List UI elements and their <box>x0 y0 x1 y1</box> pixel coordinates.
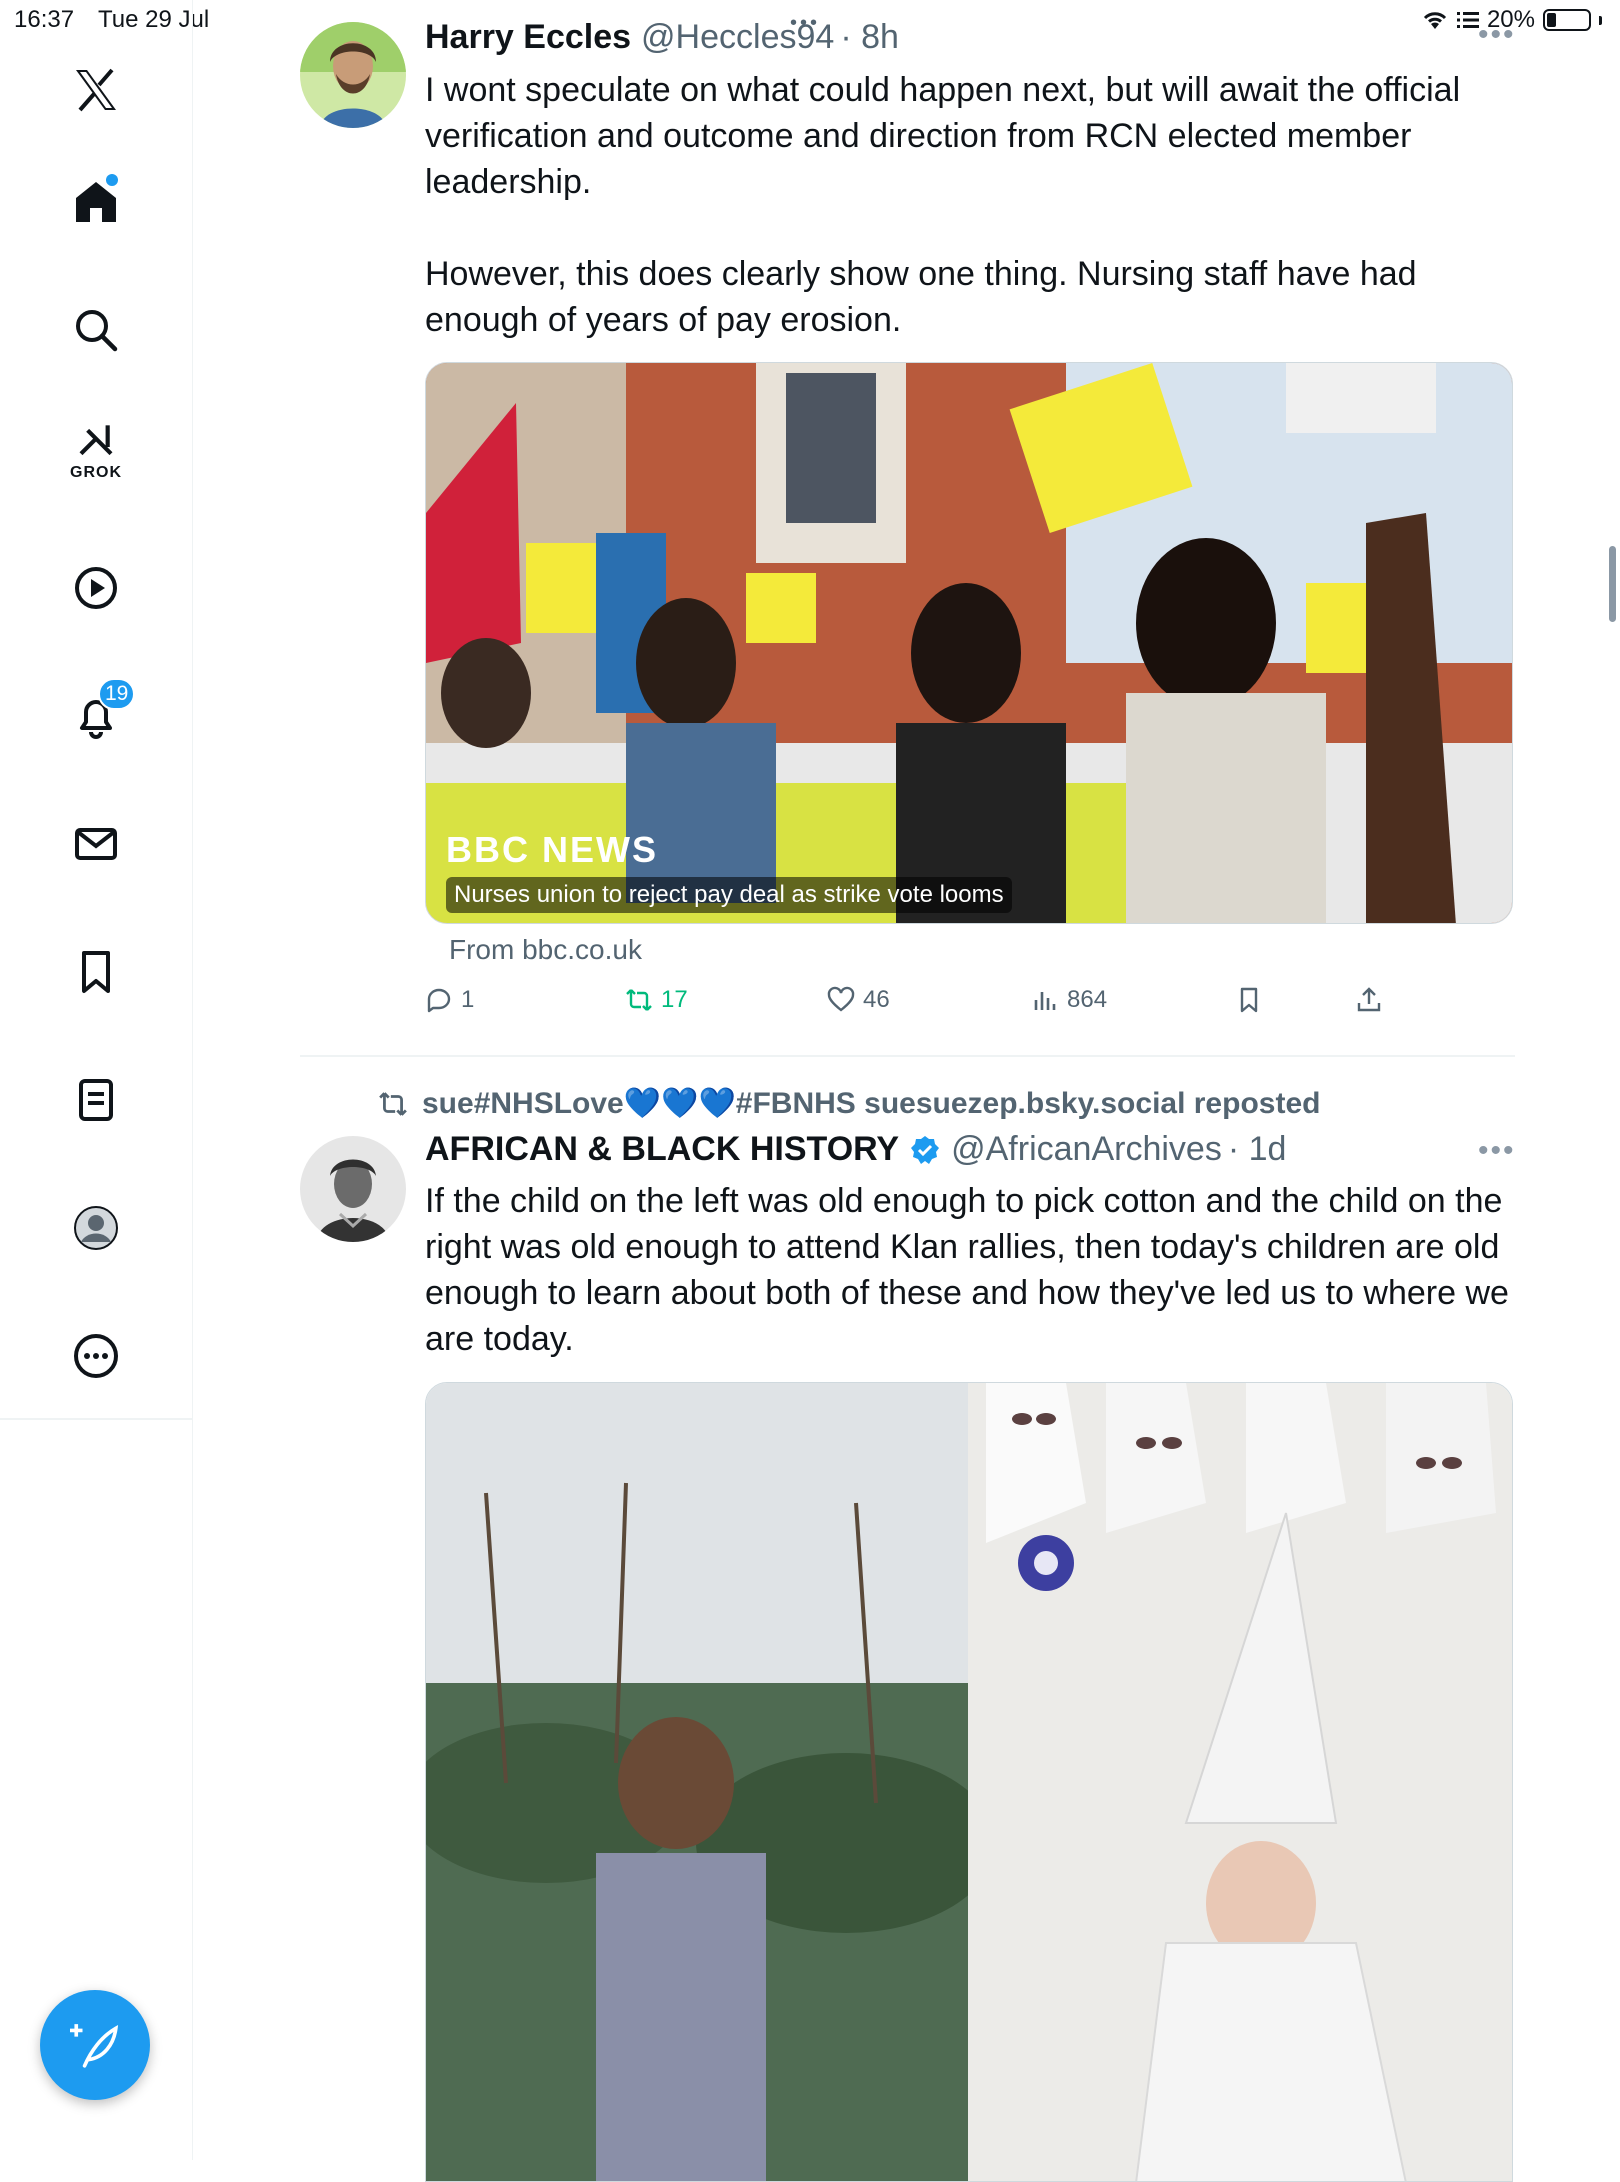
reply-button[interactable]: 1 <box>425 986 474 1014</box>
profile-avatar-icon <box>74 1206 118 1250</box>
lists-icon <box>79 1079 113 1121</box>
bbc-news-logo: BBC NEWS <box>446 829 658 870</box>
sidebar-item-lists[interactable] <box>56 1060 136 1140</box>
tweet1-body: I wont speculate on what could happen ne… <box>425 71 1461 339</box>
home-unread-dot <box>106 174 118 186</box>
sidebar-item-profile[interactable] <box>56 1188 136 1268</box>
heart-icon <box>827 986 855 1012</box>
tweet1-more-icon[interactable]: ••• <box>1478 18 1516 52</box>
x-logo[interactable] <box>56 50 136 130</box>
compose-feather-icon <box>70 2024 119 2068</box>
video-play-icon <box>75 567 117 609</box>
tweet2-author-name[interactable]: AFRICAN & BLACK HISTORY <box>425 1130 899 1169</box>
wifi-icon <box>1423 12 1447 29</box>
tweet1-author-name[interactable]: Harry Eccles <box>425 18 631 57</box>
tweet2-body: If the child on the left was old enough … <box>425 1182 1509 1358</box>
bookmark-icon <box>82 951 110 993</box>
feed-scrollbar[interactable] <box>1609 546 1616 622</box>
tweet2-handle[interactable]: @AfricanArchives <box>951 1130 1222 1169</box>
sidebar-item-more[interactable] <box>56 1316 136 1396</box>
sidebar-item-video[interactable] <box>56 548 136 628</box>
sidebar-item-home[interactable] <box>56 162 136 242</box>
battery-icon <box>1543 9 1591 31</box>
sidebar-item-bookmarks[interactable] <box>56 932 136 1012</box>
tweet1-avatar[interactable] <box>300 22 406 128</box>
reply-count: 1 <box>461 986 475 1013</box>
tweet1-handle[interactable]: @Heccles94 <box>641 18 834 57</box>
bookmark-button[interactable] <box>1235 986 1263 1014</box>
like-button[interactable]: 46 <box>827 986 890 1014</box>
sidebar-nav: GROK 19 <box>0 0 193 2160</box>
repost-small-icon <box>379 1091 407 1116</box>
repost-by-text: sue#NHSLove💙💙💙#FBNHS suesuezep.bsky.soci… <box>422 1087 1321 1120</box>
grok-icon <box>79 425 113 456</box>
view-count: 864 <box>1067 986 1108 1013</box>
sidebar-item-messages[interactable] <box>56 804 136 884</box>
share-button[interactable] <box>1355 986 1383 1014</box>
tweet2-photo <box>426 1383 1512 2181</box>
repost-icon <box>626 989 652 1011</box>
tweet2-header: AFRICAN & BLACK HISTORY @AfricanArchives… <box>425 1130 1286 1169</box>
tweet1-link-card[interactable]: Nurses union to reject pay deal as strik… <box>425 362 1513 924</box>
link-card-source[interactable]: From bbc.co.uk <box>449 934 642 966</box>
sidebar-item-search[interactable] <box>56 290 136 370</box>
tweet2-media-image[interactable] <box>425 1382 1513 2182</box>
tweet1-header: Harry Eccles @Heccles94 · 8h <box>425 18 899 57</box>
views-chart-icon <box>1034 992 1056 1010</box>
search-icon <box>76 310 118 352</box>
focus-list-icon <box>1456 12 1479 28</box>
grok-label: GROK <box>70 464 122 481</box>
avatar-image <box>300 22 406 128</box>
avatar-image <box>300 1136 406 1242</box>
tweet1-actions: 1 17 46 864 <box>425 986 1425 1026</box>
repost-button[interactable]: 17 <box>625 986 688 1014</box>
share-icon <box>1357 987 1381 1012</box>
reply-icon <box>427 988 451 1013</box>
link-card-caption: Nurses union to reject pay deal as strik… <box>446 877 1012 913</box>
repost-count: 17 <box>661 986 688 1013</box>
compose-post-button[interactable] <box>40 1990 150 2100</box>
sidebar-item-grok[interactable]: GROK <box>56 412 136 492</box>
tweet-divider <box>300 1055 1515 1057</box>
x-logo-icon <box>76 68 116 112</box>
tweet2-more-icon[interactable]: ••• <box>1478 1134 1516 1168</box>
like-count: 46 <box>863 986 890 1013</box>
mail-icon <box>75 828 117 860</box>
tweet1-time[interactable]: · 8h <box>840 18 899 57</box>
more-circle-icon <box>74 1334 118 1378</box>
views-button[interactable]: 864 <box>1031 986 1107 1014</box>
notification-badge: 19 <box>98 678 136 710</box>
sidebar-item-notifications[interactable]: 19 <box>56 676 136 756</box>
verified-badge-icon <box>909 1134 941 1166</box>
tweet2-repost-context[interactable]: sue#NHSLove💙💙💙#FBNHS suesuezep.bsky.soci… <box>378 1086 1320 1121</box>
tweet2-avatar[interactable] <box>300 1136 406 1242</box>
tweet2-time[interactable]: · 1d <box>1228 1130 1287 1169</box>
sidebar-divider <box>0 1418 192 1420</box>
bookmark-icon <box>1240 987 1258 1013</box>
